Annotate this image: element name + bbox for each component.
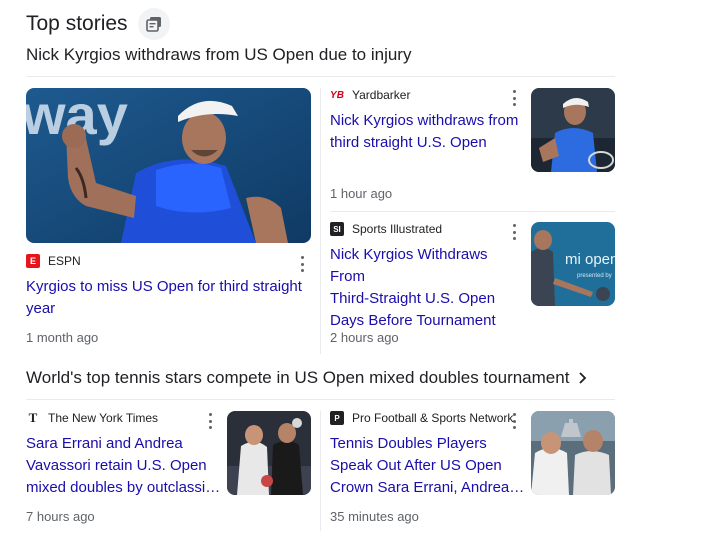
story-thumbnail[interactable] [531, 88, 615, 172]
espn-logo-icon: E [26, 254, 40, 268]
divider [330, 211, 615, 212]
cluster-title-text: Nick Kyrgios withdraws from US Open due … [26, 45, 412, 64]
headline-line: Sara Errani and Andrea [26, 435, 183, 452]
source-espn[interactable]: E ESPN [26, 254, 81, 268]
section-title: Top stories [26, 12, 128, 35]
source-name: Yardbarker [352, 88, 411, 102]
more-options-icon[interactable] [207, 413, 213, 429]
story-headline[interactable]: Tennis Doubles Players Speak Out After U… [330, 433, 525, 499]
chevron-right-icon [579, 372, 587, 384]
headline-line: third straight U.S. Open [330, 134, 487, 151]
headline-line: Nick Kyrgios withdraws from [330, 112, 519, 129]
timestamp: 2 hours ago [330, 330, 399, 345]
news-stack-icon[interactable] [137, 8, 170, 40]
divider [26, 399, 615, 400]
cluster-title-kyrgios[interactable]: Nick Kyrgios withdraws from US Open due … [26, 44, 411, 66]
headline-line: Crown Sara Errani, Andrea… [330, 479, 525, 496]
source-name: Pro Football & Sports Network [352, 411, 514, 425]
more-options-icon[interactable] [299, 256, 305, 272]
source-name: ESPN [48, 254, 81, 268]
yardbarker-logo-icon: YB [330, 89, 344, 101]
headline-line: mixed doubles by outclassi… [26, 479, 221, 496]
source-name: The New York Times [48, 411, 159, 425]
banner-text: mi open [565, 251, 615, 268]
main-story-headline[interactable]: Kyrgios to miss US Open for third straig… [26, 276, 311, 320]
headline-line: Tennis Doubles Players [330, 435, 487, 452]
divider [26, 76, 615, 77]
headline-line: Kyrgios to miss US Open for third straig… [26, 278, 302, 295]
more-options-icon[interactable] [511, 224, 517, 240]
source-nyt[interactable]: T The New York Times [26, 410, 159, 425]
story-headline[interactable]: Sara Errani and Andrea Vavassori retain … [26, 433, 221, 499]
cluster-title-text: World's top tennis stars compete in US O… [26, 368, 570, 387]
story-headline[interactable]: Nick Kyrgios Withdraws From Third-Straig… [330, 244, 525, 332]
si-logo-icon: SI [330, 222, 344, 236]
headline-line: Vavassori retain U.S. Open [26, 457, 207, 474]
timestamp: 1 month ago [26, 330, 99, 345]
nyt-logo-icon: T [28, 410, 38, 425]
story-headline[interactable]: Nick Kyrgios withdraws from third straig… [330, 110, 520, 154]
main-story-thumbnail[interactable]: way [26, 88, 311, 243]
source-name: Sports Illustrated [352, 222, 443, 236]
headline-line: Nick Kyrgios Withdraws From [330, 246, 488, 285]
source-yardbarker[interactable]: YB Yardbarker [330, 88, 410, 102]
headline-line: Third-Straight U.S. Open [330, 290, 496, 307]
story-thumbnail[interactable] [227, 411, 311, 495]
pfsn-logo-icon: P [330, 411, 344, 425]
source-pfsn[interactable]: P Pro Football & Sports Network [330, 411, 513, 425]
headline-line: Days Before Tournament [330, 312, 496, 329]
top-stories-header: Top stories [26, 8, 170, 40]
story-thumbnail[interactable] [531, 411, 615, 495]
more-options-icon[interactable] [511, 413, 517, 429]
headline-line: year [26, 300, 56, 317]
vertical-divider [320, 411, 321, 531]
banner-text: presented by [577, 273, 612, 279]
timestamp: 35 minutes ago [330, 509, 419, 524]
timestamp: 1 hour ago [330, 186, 393, 201]
story-thumbnail[interactable]: mi open presented by [531, 222, 615, 306]
more-options-icon[interactable] [511, 90, 517, 106]
vertical-divider [320, 88, 321, 354]
timestamp: 7 hours ago [26, 509, 95, 524]
source-sports-illustrated[interactable]: SI Sports Illustrated [330, 222, 442, 236]
cluster-title-mixed-doubles[interactable]: World's top tennis stars compete in US O… [26, 367, 589, 389]
headline-line: Speak Out After US Open [330, 457, 502, 474]
